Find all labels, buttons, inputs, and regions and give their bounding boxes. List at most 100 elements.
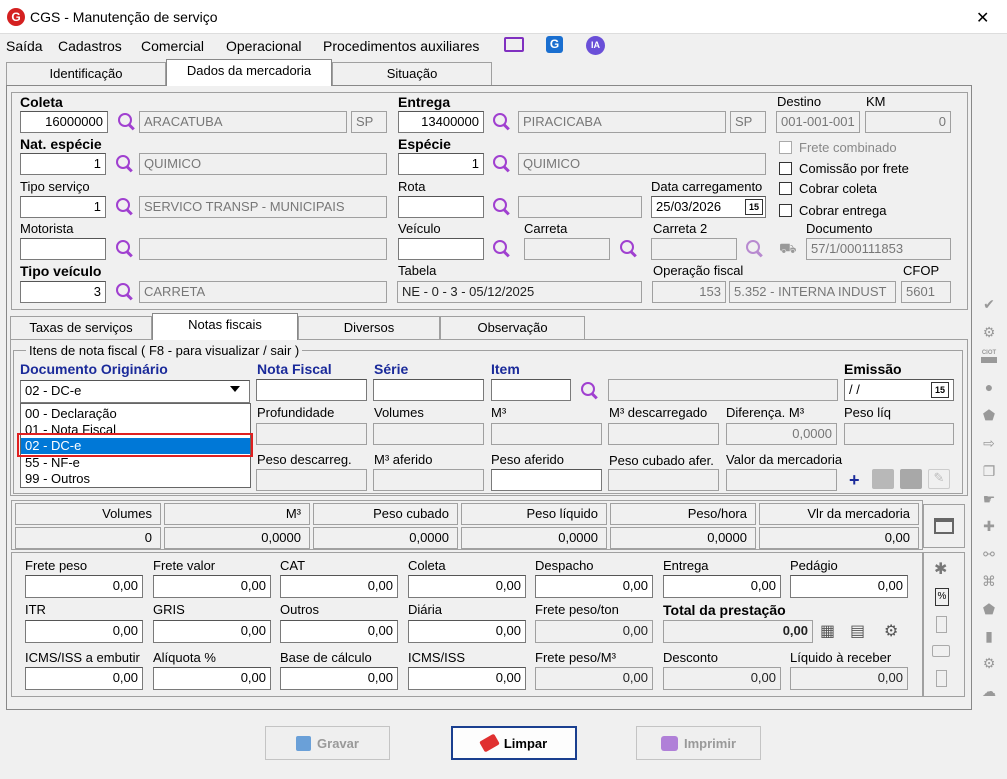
tools-icon[interactable]: [872, 469, 894, 489]
calculator-icon[interactable]: [923, 504, 965, 548]
cobrar-entrega-checkbox[interactable]: [779, 204, 792, 217]
especie-code-input[interactable]: 1: [398, 153, 484, 175]
emissao-calendar-icon[interactable]: 15: [931, 382, 949, 398]
tab-dados-mercadoria[interactable]: Dados da mercadoria: [166, 59, 332, 86]
despacho-field[interactable]: 0,00: [535, 575, 653, 598]
close-icon[interactable]: ✕: [976, 8, 989, 28]
menu-saida[interactable]: Saída: [6, 38, 43, 54]
chevron-down-icon[interactable]: [230, 386, 240, 392]
search-entrega-icon[interactable]: [492, 112, 510, 130]
peso-aferido-input[interactable]: [491, 469, 602, 491]
ia-icon[interactable]: IA: [586, 36, 605, 55]
circle-icon[interactable]: ●: [979, 377, 999, 397]
item-input[interactable]: [491, 379, 571, 401]
tab-taxas-servicos[interactable]: Taxas de serviços: [10, 316, 152, 340]
add-icon[interactable]: +: [849, 470, 860, 491]
motorista-input[interactable]: [20, 238, 106, 260]
tipo-servico-code-input[interactable]: 1: [20, 196, 106, 218]
menu-comercial[interactable]: Comercial: [141, 38, 204, 54]
option-55-nf-e[interactable]: 55 - NF-e: [25, 455, 80, 470]
calculator-small-icon[interactable]: [936, 616, 947, 633]
option-99-outros[interactable]: 99 - Outros: [25, 471, 90, 486]
rota-input[interactable]: [398, 196, 484, 218]
bug-icon[interactable]: ✱: [934, 559, 947, 579]
monitor-icon[interactable]: [504, 37, 524, 52]
printer-icon[interactable]: [900, 469, 922, 489]
frete-combinado-checkbox[interactable]: [779, 141, 792, 154]
entrega-taxa-field[interactable]: 0,00: [663, 575, 781, 598]
puzzle-icon[interactable]: ✚: [979, 516, 999, 536]
g-app-icon[interactable]: G: [546, 36, 563, 53]
entrega-code-input[interactable]: 13400000: [398, 111, 484, 133]
total-network-icon[interactable]: ⚙: [884, 621, 898, 641]
total-book-icon[interactable]: ▤: [850, 621, 865, 641]
search-carreta2-icon[interactable]: [745, 239, 763, 257]
icms-iss-embutir-field[interactable]: 0,00: [25, 667, 143, 690]
settings-icon[interactable]: ⚙: [979, 653, 999, 673]
itr-field[interactable]: 0,00: [25, 620, 143, 643]
menu-operacional[interactable]: Operacional: [226, 38, 302, 54]
menu-procedimentos[interactable]: Procedimentos auxiliares: [323, 38, 479, 54]
search-tipo-servico-icon[interactable]: [115, 197, 133, 215]
check-icon[interactable]: ✔: [979, 294, 999, 314]
menu-cadastros[interactable]: Cadastros: [58, 38, 122, 54]
search-item-icon[interactable]: [580, 381, 598, 399]
tab-situacao[interactable]: Situação: [332, 62, 492, 86]
search-motorista-icon[interactable]: [115, 239, 133, 257]
search-veiculo-icon[interactable]: [492, 239, 510, 257]
diaria-field[interactable]: 0,00: [408, 620, 526, 643]
search-nat-especie-icon[interactable]: [115, 154, 133, 172]
doc-arrow-icon[interactable]: ⇨: [979, 433, 999, 453]
coleta-city-field: ARACATUBA: [139, 111, 347, 133]
gravar-button[interactable]: Gravar: [265, 726, 390, 760]
tab-observacao[interactable]: Observação: [440, 316, 585, 340]
search-tipo-veiculo-icon[interactable]: [115, 282, 133, 300]
limpar-button[interactable]: Limpar: [451, 726, 577, 760]
eraser-icon[interactable]: ⬟: [979, 405, 999, 425]
imprimir-button[interactable]: Imprimir: [636, 726, 761, 760]
pointer-icon[interactable]: ☛: [979, 489, 999, 509]
base-calculo-field[interactable]: 0,00: [280, 667, 398, 690]
frete-valor-field[interactable]: 0,00: [153, 575, 271, 598]
comissao-checkbox[interactable]: [779, 162, 792, 175]
edit-icon[interactable]: ✎: [928, 469, 950, 489]
coleta-code-input[interactable]: 16000000: [20, 111, 108, 133]
truck-icon[interactable]: ⛟: [779, 240, 799, 256]
search-carreta-icon[interactable]: [619, 239, 637, 257]
tab-diversos[interactable]: Diversos: [298, 316, 440, 340]
link-icon[interactable]: ⚯: [979, 544, 999, 564]
cat-field[interactable]: 0,00: [280, 575, 398, 598]
outros-field[interactable]: 0,00: [280, 620, 398, 643]
gris-field[interactable]: 0,00: [153, 620, 271, 643]
coleta-taxa-field[interactable]: 0,00: [408, 575, 526, 598]
eraser2-icon[interactable]: ⬟: [979, 599, 999, 619]
icms-iss-field[interactable]: 0,00: [408, 667, 526, 690]
aliquota-field[interactable]: 0,00: [153, 667, 271, 690]
network-icon[interactable]: ⌘: [979, 571, 999, 591]
veiculo-input[interactable]: [398, 238, 484, 260]
cobrar-coleta-checkbox[interactable]: [779, 182, 792, 195]
tab-identificacao[interactable]: Identificação: [6, 62, 166, 86]
ciot-icon[interactable]: CIOT: [979, 350, 999, 364]
tab-notas-fiscais[interactable]: Notas fiscais: [152, 313, 298, 340]
gear-tools-icon[interactable]: ⚙: [979, 322, 999, 342]
nat-especie-code-input[interactable]: 1: [20, 153, 106, 175]
frete-peso-field[interactable]: 0,00: [25, 575, 143, 598]
option-00-declaracao[interactable]: 00 - Declaração: [25, 406, 117, 421]
book-icon[interactable]: ▮: [979, 626, 999, 646]
calculator-small2-icon[interactable]: [936, 670, 947, 687]
search-coleta-icon[interactable]: [117, 112, 135, 130]
search-especie-icon[interactable]: [492, 154, 510, 172]
cloud-icon[interactable]: ☁: [979, 681, 999, 701]
pedagio-field[interactable]: 0,00: [790, 575, 908, 598]
chat-icon[interactable]: [932, 645, 950, 657]
search-rota-icon[interactable]: [492, 197, 510, 215]
percent-doc-icon[interactable]: %: [935, 588, 949, 606]
tipo-veiculo-code-input[interactable]: 3: [20, 281, 106, 303]
nota-fiscal-input[interactable]: [256, 379, 367, 401]
doc-originario-select[interactable]: 02 - DC-e: [20, 380, 250, 403]
copy-icon[interactable]: ❐: [979, 461, 999, 481]
total-calc-icon[interactable]: ▦: [820, 621, 835, 641]
calendar-icon[interactable]: 15: [745, 199, 763, 215]
serie-input[interactable]: [373, 379, 484, 401]
